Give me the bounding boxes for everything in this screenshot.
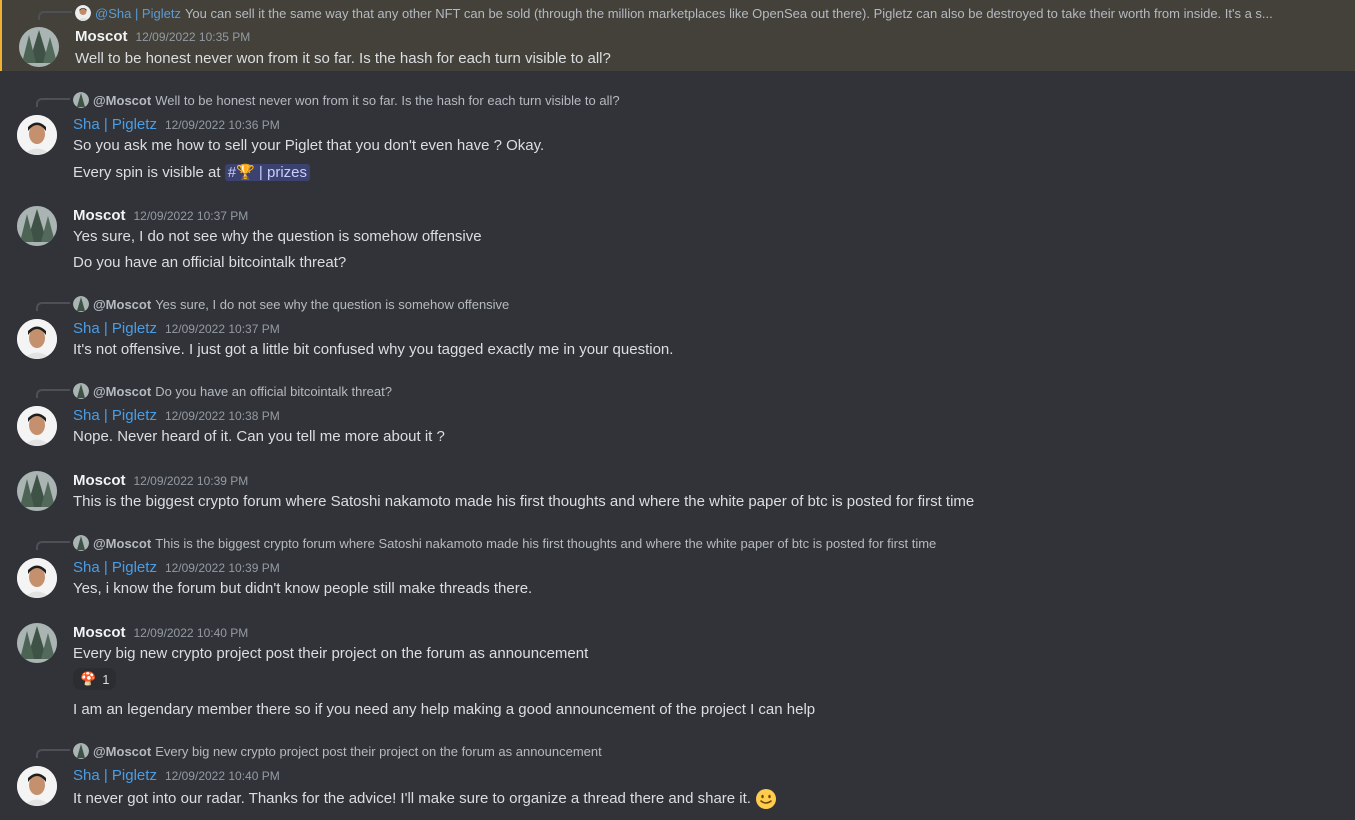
username[interactable]: Sha | Pigletz bbox=[73, 116, 157, 133]
tree-avatar-icon bbox=[73, 535, 89, 551]
username[interactable]: Sha | Pigletz bbox=[73, 320, 157, 337]
message-text: Every spin is visible at #🏆 | prizes bbox=[73, 163, 310, 181]
reply-connector bbox=[36, 302, 70, 311]
message-text-body: It never got into our radar. Thanks for … bbox=[73, 789, 751, 807]
message-text: It's not offensive. I just got a little … bbox=[73, 341, 674, 358]
person-avatar-icon bbox=[75, 5, 91, 21]
timestamp: 12/09/2022 10:37 PM bbox=[164, 322, 280, 336]
reply-author[interactable]: @Moscot bbox=[93, 536, 151, 551]
tree-avatar-icon bbox=[73, 743, 89, 759]
reply-text[interactable]: Every big new crypto project post their … bbox=[155, 744, 602, 759]
tree-avatar-icon[interactable] bbox=[19, 27, 59, 67]
message-sha-pigletz[interactable]: @Moscot Yes sure, I do not see why the q… bbox=[0, 294, 1355, 364]
message-text: This is the biggest crypto forum where S… bbox=[73, 493, 975, 510]
message-text: I am an legendary member there so if you… bbox=[73, 701, 816, 718]
tree-avatar-icon bbox=[73, 92, 89, 108]
message-text: Yes, i know the forum but didn't know pe… bbox=[73, 580, 533, 597]
chat-messages: @Sha | Pigletz You can sell it the same … bbox=[0, 0, 1355, 820]
tree-avatar-icon bbox=[73, 296, 89, 312]
timestamp: 12/09/2022 10:39 PM bbox=[164, 561, 280, 575]
message-text-prefix: Every spin is visible at bbox=[73, 164, 221, 181]
username[interactable]: Moscot bbox=[73, 207, 126, 224]
person-avatar-icon[interactable] bbox=[17, 115, 57, 155]
tree-avatar-icon[interactable] bbox=[17, 623, 57, 663]
username[interactable]: Moscot bbox=[73, 624, 126, 641]
reply-author[interactable]: @Moscot bbox=[93, 297, 151, 312]
reply-connector bbox=[36, 389, 70, 398]
reply-connector bbox=[36, 541, 70, 550]
reply-text[interactable]: This is the biggest crypto forum where S… bbox=[155, 536, 936, 551]
message-text: Do you have an official bitcointalk thre… bbox=[73, 254, 347, 271]
message-sha-pigletz[interactable]: @Moscot This is the biggest crypto forum… bbox=[0, 533, 1355, 603]
mushroom-icon: 🍄 bbox=[80, 671, 97, 686]
reply-preview[interactable]: @Moscot Every big new crypto project pos… bbox=[73, 742, 602, 760]
timestamp: 12/09/2022 10:37 PM bbox=[133, 209, 249, 223]
reply-connector bbox=[38, 11, 72, 20]
channel-mention-prizes[interactable]: #🏆 | prizes bbox=[224, 164, 310, 181]
reply-text[interactable]: Well to be honest never won from it so f… bbox=[155, 93, 619, 108]
message-text: Yes sure, I do not see why the question … bbox=[73, 228, 482, 245]
reply-preview[interactable]: @Sha | Pigletz You can sell it the same … bbox=[75, 4, 1273, 22]
username[interactable]: Moscot bbox=[75, 28, 128, 45]
reply-connector bbox=[36, 98, 70, 107]
reply-text[interactable]: You can sell it the same way that any ot… bbox=[185, 6, 1273, 21]
reply-author[interactable]: @Moscot bbox=[93, 384, 151, 399]
reply-author[interactable]: @Sha | Pigletz bbox=[95, 6, 181, 21]
message-text: Every big new crypto project post their … bbox=[73, 645, 589, 662]
person-avatar-icon[interactable] bbox=[17, 319, 57, 359]
message-sha-pigletz[interactable]: @Moscot Every big new crypto project pos… bbox=[0, 741, 1355, 820]
reply-preview[interactable]: @Moscot Yes sure, I do not see why the q… bbox=[73, 295, 509, 313]
message-sha-pigletz[interactable]: @Moscot Well to be honest never won from… bbox=[0, 90, 1355, 190]
timestamp: 12/09/2022 10:36 PM bbox=[164, 118, 280, 132]
username[interactable]: Moscot bbox=[73, 472, 126, 489]
message-text: So you ask me how to sell your Piglet th… bbox=[73, 137, 545, 154]
reaction-mushroom[interactable]: 🍄 1 bbox=[73, 668, 117, 690]
timestamp: 12/09/2022 10:35 PM bbox=[135, 30, 251, 44]
person-avatar-icon[interactable] bbox=[17, 766, 57, 806]
message-moscot-highlighted[interactable]: @Sha | Pigletz You can sell it the same … bbox=[0, 0, 1355, 71]
person-avatar-icon[interactable] bbox=[17, 558, 57, 598]
message-text: It never got into our radar. Thanks for … bbox=[73, 788, 777, 810]
reaction-count: 1 bbox=[102, 671, 110, 687]
timestamp: 12/09/2022 10:38 PM bbox=[164, 409, 280, 423]
reply-connector bbox=[36, 749, 70, 758]
tree-avatar-icon bbox=[73, 383, 89, 399]
message-moscot[interactable]: Moscot 12/09/2022 10:39 PM This is the b… bbox=[0, 470, 1355, 515]
reply-text[interactable]: Yes sure, I do not see why the question … bbox=[155, 297, 509, 312]
username[interactable]: Sha | Pigletz bbox=[73, 407, 157, 424]
timestamp: 12/09/2022 10:40 PM bbox=[164, 769, 280, 783]
person-avatar-icon[interactable] bbox=[17, 406, 57, 446]
reply-text[interactable]: Do you have an official bitcointalk thre… bbox=[155, 384, 392, 399]
message-moscot[interactable]: Moscot 12/09/2022 10:40 PM Every big new… bbox=[0, 622, 1355, 722]
username[interactable]: Sha | Pigletz bbox=[73, 559, 157, 576]
message-sha-pigletz[interactable]: @Moscot Do you have an official bitcoint… bbox=[0, 381, 1355, 451]
tree-avatar-icon[interactable] bbox=[17, 206, 57, 246]
message-text: Well to be honest never won from it so f… bbox=[75, 50, 611, 67]
timestamp: 12/09/2022 10:40 PM bbox=[133, 626, 249, 640]
reply-preview[interactable]: @Moscot Do you have an official bitcoint… bbox=[73, 382, 392, 400]
username[interactable]: Sha | Pigletz bbox=[73, 767, 157, 784]
tree-avatar-icon[interactable] bbox=[17, 471, 57, 511]
slightly-smiling-face-icon bbox=[756, 789, 777, 809]
message-moscot[interactable]: Moscot 12/09/2022 10:37 PM Yes sure, I d… bbox=[0, 205, 1355, 275]
reply-preview[interactable]: @Moscot Well to be honest never won from… bbox=[73, 91, 620, 109]
message-text: Nope. Never heard of it. Can you tell me… bbox=[73, 428, 445, 445]
reply-author[interactable]: @Moscot bbox=[93, 744, 151, 759]
reply-preview[interactable]: @Moscot This is the biggest crypto forum… bbox=[73, 534, 936, 552]
reply-author[interactable]: @Moscot bbox=[93, 93, 151, 108]
timestamp: 12/09/2022 10:39 PM bbox=[133, 474, 249, 488]
